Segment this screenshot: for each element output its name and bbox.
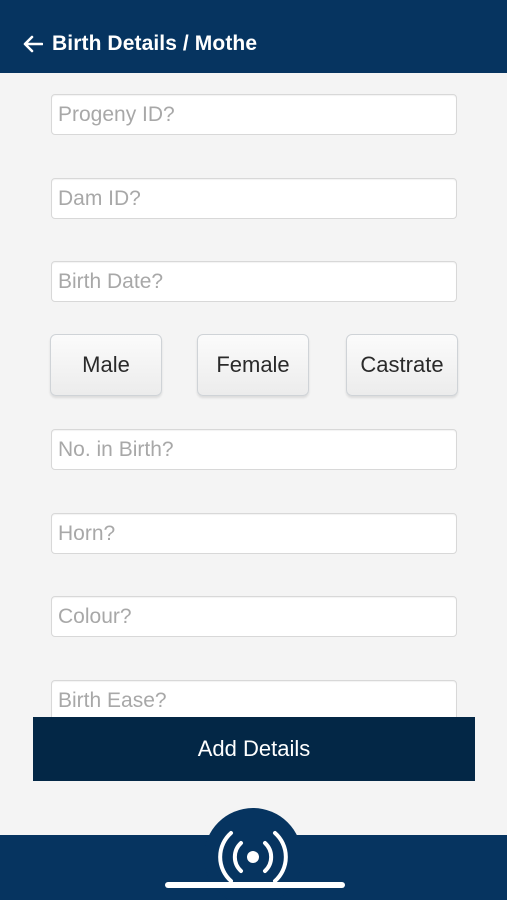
no-in-birth-field[interactable] <box>51 429 457 470</box>
add-details-button[interactable]: Add Details <box>33 717 475 781</box>
progeny-id-field[interactable] <box>51 94 457 135</box>
male-button[interactable]: Male <box>50 334 162 396</box>
birth-ease-field[interactable] <box>51 680 457 721</box>
castrate-button[interactable]: Castrate <box>346 334 458 396</box>
arrow-left-icon <box>23 35 43 52</box>
horn-input[interactable] <box>52 514 456 553</box>
broadcast-icon <box>218 831 288 883</box>
colour-field[interactable] <box>51 596 457 637</box>
dam-id-field[interactable] <box>51 178 457 219</box>
birth-date-field[interactable] <box>51 261 457 302</box>
colour-input[interactable] <box>52 597 456 636</box>
page-title: Birth Details / Mothe <box>52 31 258 55</box>
birth-ease-input[interactable] <box>52 681 456 720</box>
back-button[interactable] <box>22 33 44 55</box>
no-in-birth-input[interactable] <box>52 430 456 469</box>
female-button[interactable]: Female <box>197 334 309 396</box>
home-indicator <box>165 882 345 888</box>
birth-details-screen: Birth Details / Mothe Male Female Castra… <box>0 0 507 900</box>
progeny-id-input[interactable] <box>52 95 456 134</box>
horn-field[interactable] <box>51 513 457 554</box>
birth-date-input[interactable] <box>52 262 456 301</box>
dam-id-input[interactable] <box>52 179 456 218</box>
app-header: Birth Details / Mothe <box>0 0 507 73</box>
